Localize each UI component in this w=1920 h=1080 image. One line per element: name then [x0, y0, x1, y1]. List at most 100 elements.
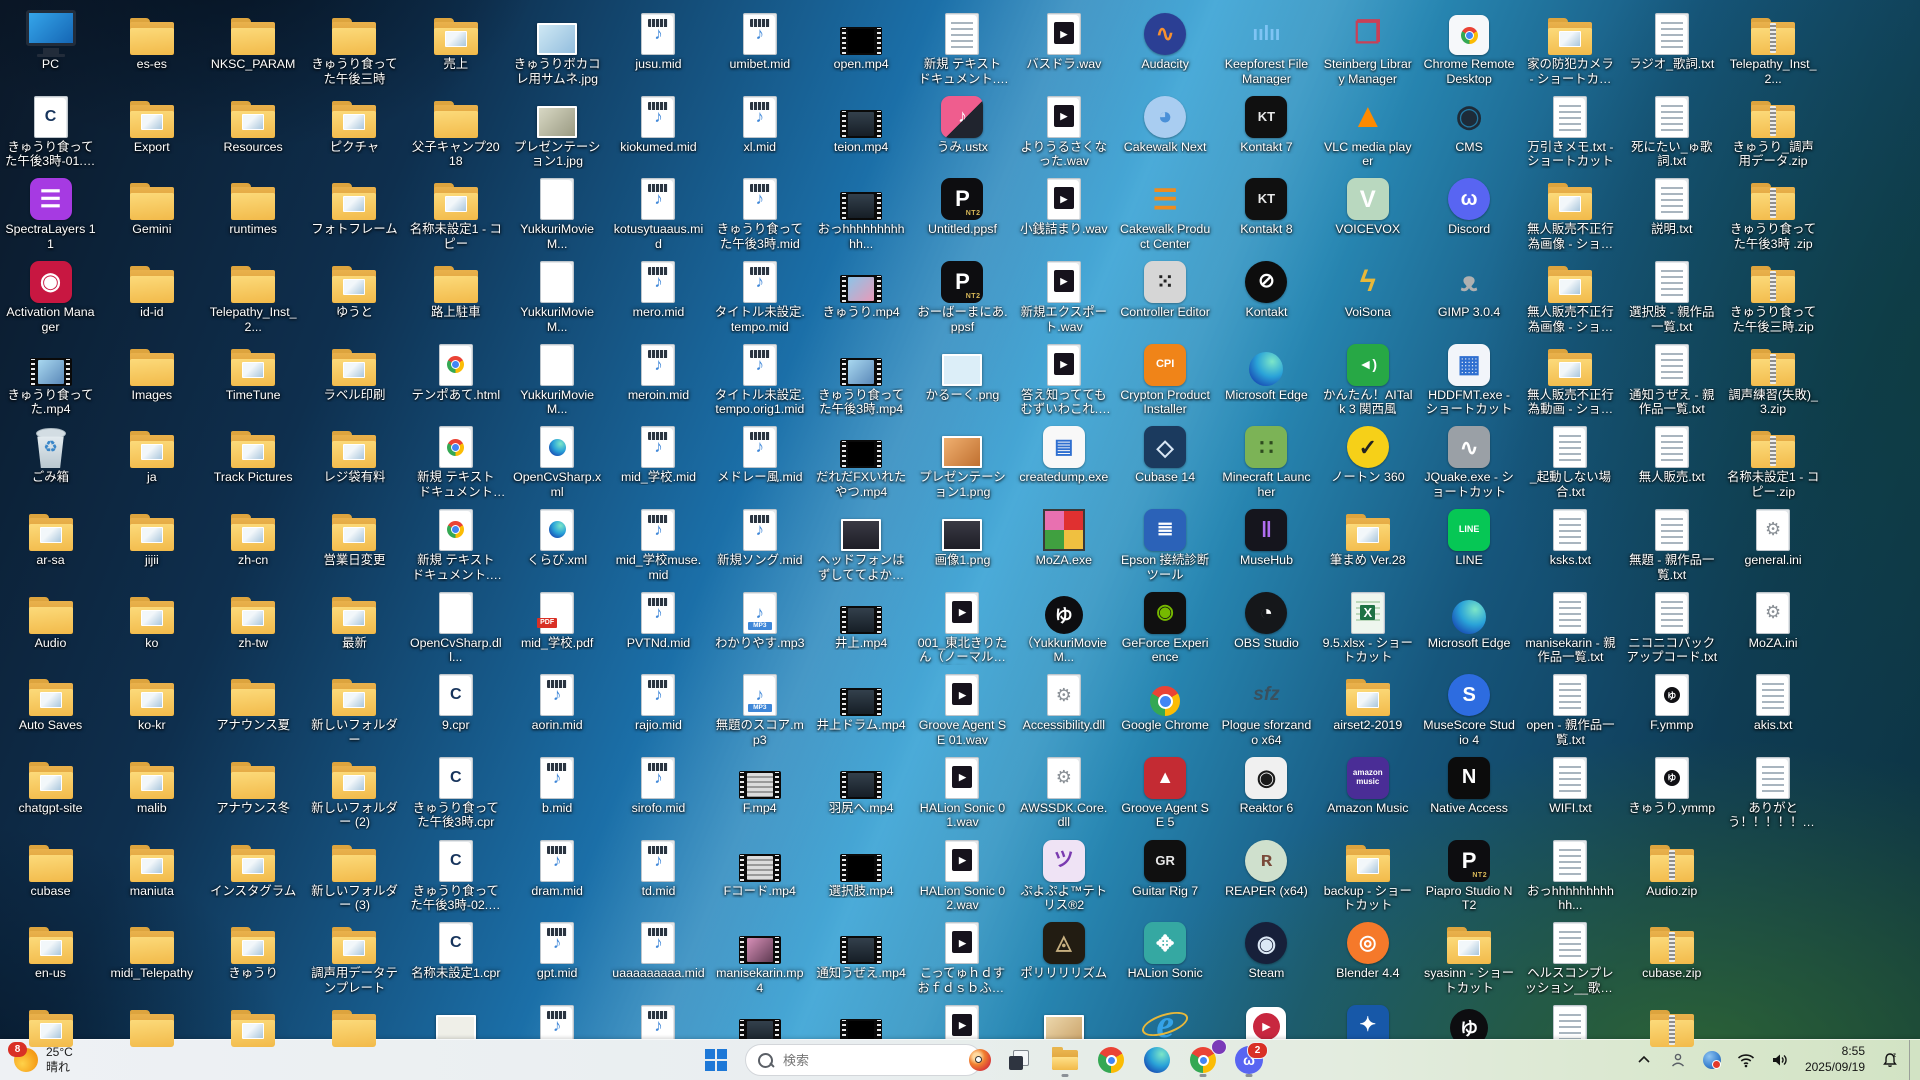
desktop-icon[interactable]: 無人販売不正行為画像 - ショートカッ...	[1522, 168, 1619, 251]
desktop-icon[interactable]: syasinn - ショートカット	[1421, 912, 1518, 995]
notification-bell-icon[interactable]: z	[1875, 1045, 1905, 1075]
desktop-icon[interactable]: Images	[103, 334, 200, 403]
desktop-icon[interactable]: 父子キャンプ2018	[407, 86, 504, 169]
desktop-icon[interactable]: ♪uaaaaaaaaa.mid	[610, 912, 707, 981]
desktop-icon[interactable]: きゅうり食ってた午後三時.zip	[1725, 251, 1822, 334]
desktop-icon[interactable]: ♪rajio.mid	[610, 664, 707, 733]
desktop-icon[interactable]: インスタグラム	[205, 830, 302, 899]
desktop-icon[interactable]: ♪タイトル未設定.tempo.mid	[711, 251, 808, 334]
taskbar-clock[interactable]: 8:55 2025/09/19	[1799, 1044, 1871, 1075]
taskbar-button-edge[interactable]	[1138, 1043, 1176, 1077]
desktop-icon[interactable]: 路上駐車	[407, 251, 504, 320]
desktop-icon[interactable]: アナウンス夏	[205, 664, 302, 733]
desktop-icon[interactable]: KTKontakt 7	[1218, 86, 1315, 155]
desktop-icon[interactable]: manisekarin.mp4	[711, 912, 808, 995]
desktop-icon[interactable]: NNative Access	[1421, 747, 1518, 816]
desktop-icon[interactable]: ▶こってゅｈｄすおｆｄｓｂふぉ.wav	[914, 912, 1011, 995]
desktop-icon[interactable]: ヘッドフォンはずしててよかっt.mp4	[813, 499, 910, 582]
desktop-icon[interactable]: ja	[103, 416, 200, 485]
desktop-icon[interactable]: きゅうり食ってた.mp4	[2, 334, 99, 417]
desktop-icon[interactable]: 営業日変更	[306, 499, 403, 568]
desktop-icon[interactable]: ♪無題のスコア.mp3	[711, 664, 808, 747]
desktop-icon[interactable]: ▶新規エクスポート.wav	[1015, 251, 1112, 334]
desktop-icon[interactable]: Google Chrome	[1117, 664, 1214, 733]
desktop-icon[interactable]: きゅうり_調声用データ.zip	[1725, 86, 1822, 169]
desktop-icon[interactable]: CPICrypton Product Installer	[1117, 334, 1214, 417]
desktop-icon[interactable]: Resources	[205, 86, 302, 155]
desktop-icon[interactable]: ✥HALion Sonic	[1117, 912, 1214, 981]
desktop-icon[interactable]: cubase	[2, 830, 99, 899]
desktop-icon[interactable]: ◉Activation Manager	[2, 251, 99, 334]
desktop-icon[interactable]: F.mp4	[711, 747, 808, 816]
desktop-icon[interactable]: Fコード.mp4	[711, 830, 808, 899]
desktop-icon[interactable]: en-us	[2, 912, 99, 981]
desktop-icon[interactable]: ᴥGIMP 3.0.4	[1421, 251, 1518, 320]
desktop-icon[interactable]: ♪メドレー風.mid	[711, 416, 808, 485]
desktop-icon[interactable]: ▶001_東北きりたん（ノーマル）_今じゃ...	[914, 582, 1011, 665]
desktop-icon[interactable]: 最新	[306, 582, 403, 651]
desktop-icon[interactable]: ♪きゅうり食ってた午後3時.mid	[711, 168, 808, 251]
desktop-icon[interactable]: ⚙general.ini	[1725, 499, 1822, 568]
desktop-icon[interactable]: ♪sirofo.mid	[610, 747, 707, 816]
desktop-icon[interactable]: ラジオ_歌詞.txt	[1623, 3, 1720, 72]
desktop-icon[interactable]: だれだFXいれたやつ.mp4	[813, 416, 910, 499]
desktop-icon[interactable]: manisekarin - 親作品一覧.txt	[1522, 582, 1619, 665]
desktop-icon[interactable]: ▶小銭詰まり.wav	[1015, 168, 1112, 237]
desktop-icon[interactable]: プレゼンテーション1.jpg	[509, 86, 606, 169]
desktop-icon[interactable]: Gemini	[103, 168, 200, 237]
desktop-icon[interactable]: くらび.xml	[509, 499, 606, 568]
desktop-icon[interactable]: 無人販売不正行為動画 - ショートカット	[1522, 334, 1619, 417]
desktop-icon[interactable]: 筆まめ Ver.28	[1319, 499, 1416, 568]
desktop-icon[interactable]: ♪xl.mid	[711, 86, 808, 155]
desktop-icon[interactable]: ⚙MoZA.ini	[1725, 582, 1822, 651]
volume-icon[interactable]	[1765, 1045, 1795, 1075]
desktop-icon[interactable]: ⁙Controller Editor	[1117, 251, 1214, 320]
desktop-wallpaper[interactable]: PCes-esNKSC_PARAMきゅうり食ってた午後三時売上きゅうりボカコレ用…	[0, 0, 1920, 1040]
desktop-icon[interactable]: 名称未設定1 - コピー.zip	[1725, 416, 1822, 499]
desktop-icon[interactable]: 新しいフォルダー (2)	[306, 747, 403, 830]
desktop-icon[interactable]: ◔OBS Studio	[1218, 582, 1315, 651]
search-input[interactable]	[781, 1052, 961, 1069]
desktop-icon[interactable]: テンポあて.html	[407, 334, 504, 403]
desktop-icon[interactable]: 画像1.png	[914, 499, 1011, 568]
desktop-icon[interactable]: ♪umibet.mid	[711, 3, 808, 72]
desktop-icon[interactable]: ▶バスドラ.wav	[1015, 3, 1112, 72]
taskbar-button-discord[interactable]: ω2	[1230, 1043, 1268, 1077]
desktop-icon[interactable]: ▶HALion Sonic 02.wav	[914, 830, 1011, 913]
desktop-icon[interactable]: ☰SpectraLayers 11	[2, 168, 99, 251]
desktop-icon[interactable]: ♪meroin.mid	[610, 334, 707, 403]
desktop-icon[interactable]: Microsoft Edge	[1421, 582, 1518, 651]
desktop-icon[interactable]: C名称未設定1.cpr	[407, 912, 504, 981]
desktop-icon[interactable]: ∷Minecraft Launcher	[1218, 416, 1315, 499]
desktop-icon[interactable]: ラベル印刷	[306, 334, 403, 403]
desktop-icon[interactable]: ≣Epson 接続診断ツール	[1117, 499, 1214, 582]
desktop-icon[interactable]: ♪PVTNd.mid	[610, 582, 707, 651]
desktop-icon[interactable]: きゅうり食ってた午後三時	[306, 3, 403, 86]
desktop-icon[interactable]: ϟVoiSona	[1319, 251, 1416, 320]
start-button[interactable]	[697, 1043, 735, 1077]
desktop-icon[interactable]: Pおーばーまにあ.ppsf	[914, 251, 1011, 334]
desktop-icon[interactable]: ▶Groove Agent SE 01.wav	[914, 664, 1011, 747]
desktop-icon[interactable]: 無人販売.txt	[1623, 416, 1720, 485]
desktop-icon[interactable]: 通知うぜえ - 親作品一覧.txt	[1623, 334, 1720, 417]
desktop-icon[interactable]: ▲Groove Agent SE 5	[1117, 747, 1214, 830]
desktop-icon[interactable]: WIFI.txt	[1522, 747, 1619, 816]
desktop-icon[interactable]: Telepathy_Inst_2...	[1725, 3, 1822, 86]
desktop-icon[interactable]: ♪mero.mid	[610, 251, 707, 320]
desktop-icon[interactable]: ♪mid_学校muse.mid	[610, 499, 707, 582]
desktop-icon[interactable]: ありがとう！！！！！！.txt	[1725, 747, 1822, 830]
desktop-icon[interactable]: YukkuriMovieM...	[509, 251, 606, 334]
desktop-icon[interactable]: ʀREAPER (x64)	[1218, 830, 1315, 899]
desktop-icon[interactable]: ♻ごみ箱	[2, 416, 99, 485]
search-box[interactable]	[745, 1044, 982, 1076]
desktop-icon[interactable]: ♪kiokumed.mid	[610, 86, 707, 155]
desktop-icon[interactable]: ♪mid_学校.mid	[610, 416, 707, 485]
desktop-icon[interactable]: ko-kr	[103, 664, 200, 733]
wifi-icon[interactable]	[1731, 1045, 1761, 1075]
desktop-icon[interactable]: ♪新規ソング.mid	[711, 499, 808, 568]
desktop-icon[interactable]: ♪わかりやす.mp3	[711, 582, 808, 651]
desktop-icon[interactable]: ∿Audacity	[1117, 3, 1214, 72]
desktop-icon[interactable]: cubase.zip	[1623, 912, 1720, 981]
desktop-icon[interactable]: 名称未設定1 - コピー	[407, 168, 504, 251]
desktop-icon[interactable]: おっhhhhhhhhhhh...	[1522, 830, 1619, 913]
